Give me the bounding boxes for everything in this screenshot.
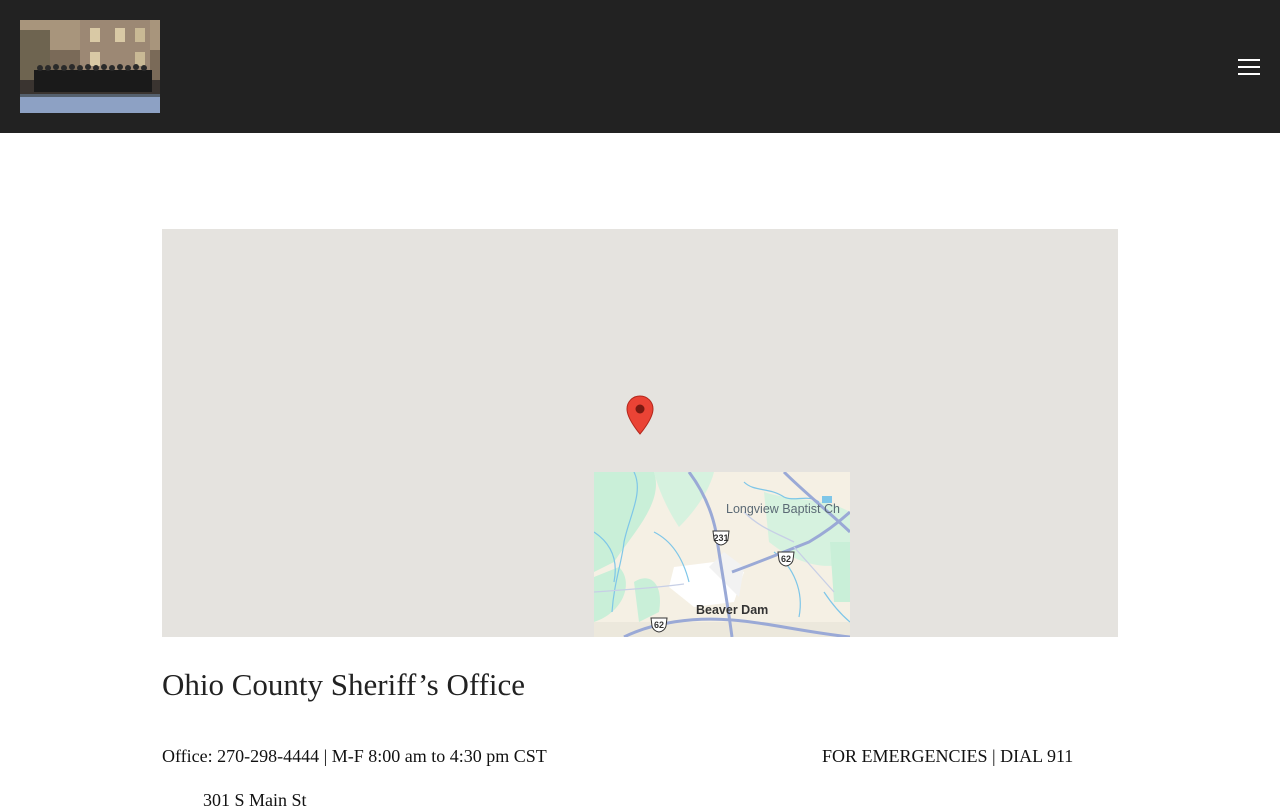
hamburger-menu-icon bbox=[1238, 59, 1260, 61]
page-title: Ohio County Sheriff’s Office bbox=[162, 667, 526, 702]
menu-toggle-button[interactable] bbox=[1232, 54, 1266, 80]
map-label-town: Beaver Dam bbox=[696, 603, 769, 617]
route-shield-label: 62 bbox=[653, 620, 664, 630]
site-header bbox=[0, 0, 1280, 133]
hamburger-menu-icon-bar bbox=[1238, 73, 1260, 75]
route-shield-label: 231 bbox=[713, 533, 729, 543]
us-route-shield-icon: 231 bbox=[711, 530, 731, 546]
hamburger-menu-icon-bar bbox=[1238, 66, 1260, 68]
site-logo[interactable] bbox=[20, 20, 160, 113]
emergency-contact-text: FOR EMERGENCIES | DIAL 911 bbox=[822, 746, 1074, 766]
office-contact-text: Office: 270-298-4444 | M-F 8:00 am to 4:… bbox=[162, 746, 547, 766]
map-label-church: Longview Baptist Ch bbox=[726, 502, 840, 516]
route-shield-label: 62 bbox=[780, 554, 791, 564]
map-tile: Longview Baptist Ch Beaver Dam 231 62 62 bbox=[594, 472, 850, 637]
location-map[interactable]: Longview Baptist Ch Beaver Dam 231 62 62 bbox=[162, 229, 1118, 637]
us-route-shield-icon: 62 bbox=[776, 551, 796, 567]
map-pin-icon[interactable] bbox=[626, 395, 654, 435]
address-text: 301 S Main St bbox=[203, 790, 307, 810]
us-route-shield-icon: 62 bbox=[649, 617, 669, 633]
